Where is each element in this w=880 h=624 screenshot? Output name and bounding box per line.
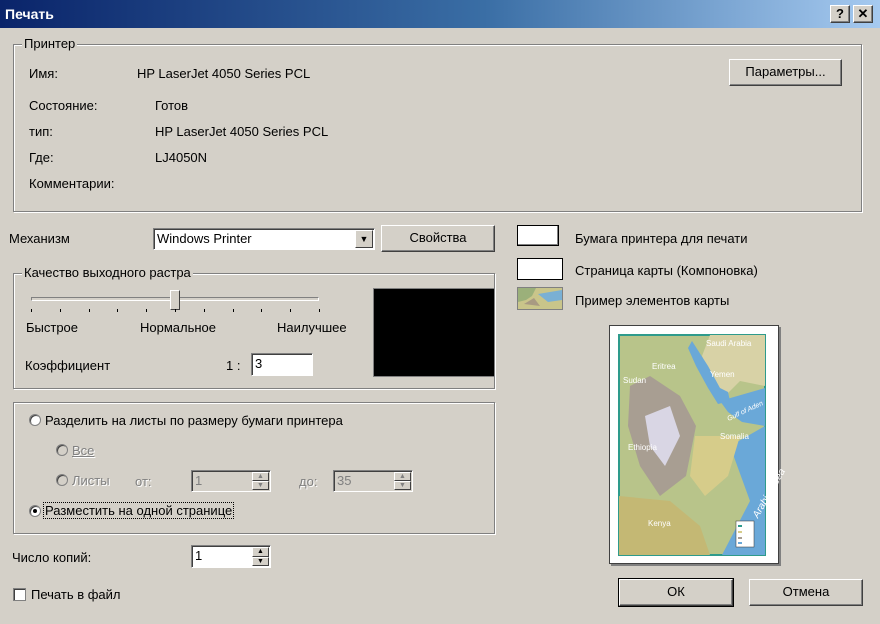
printer-comment-label: Комментарии: bbox=[29, 176, 115, 191]
raster-preview bbox=[373, 288, 495, 377]
help-button[interactable]: ? bbox=[830, 5, 850, 23]
page-swatch bbox=[517, 258, 563, 280]
printer-status-label: Состояние: bbox=[29, 98, 98, 113]
print-to-file-checkbox[interactable] bbox=[13, 588, 26, 601]
raster-group-title: Качество выходного растра bbox=[22, 265, 193, 280]
slider-tick bbox=[31, 309, 32, 312]
slider-tick bbox=[117, 309, 119, 312]
coef-input[interactable]: 3 bbox=[251, 353, 313, 376]
printer-type-value: HP LaserJet 4050 Series PCL bbox=[155, 124, 329, 139]
quality-slider-thumb[interactable] bbox=[170, 290, 180, 310]
spin-up-icon[interactable]: ▲ bbox=[252, 547, 269, 557]
slider-tick bbox=[232, 309, 234, 312]
from-label: от: bbox=[135, 474, 152, 489]
copies-value: 1 bbox=[195, 548, 203, 563]
page-legend-label: Страница карты (Компоновка) bbox=[575, 263, 758, 278]
copies-label: Число копий: bbox=[12, 550, 92, 565]
slider-left-label: Быстрое bbox=[26, 320, 79, 335]
fit-radio[interactable] bbox=[29, 505, 41, 517]
slider-tick bbox=[319, 309, 320, 312]
slider-tick bbox=[88, 309, 90, 312]
from-input[interactable]: 1 ▲ ▼ bbox=[191, 470, 271, 492]
map-label-ethiopia: Ethiopia bbox=[628, 443, 657, 452]
page-range-radio[interactable] bbox=[56, 474, 68, 486]
params-button[interactable]: Параметры... bbox=[729, 59, 842, 86]
map-label-somalia: Somalia bbox=[720, 432, 749, 441]
printer-status-value: Готов bbox=[155, 98, 189, 113]
slider-tick bbox=[290, 309, 292, 312]
slider-tick bbox=[59, 309, 61, 312]
coef-ratio-prefix: 1 : bbox=[226, 358, 241, 373]
page-range-label: Листы bbox=[72, 473, 110, 488]
paper-swatch bbox=[517, 225, 559, 246]
map-label-kenya: Kenya bbox=[648, 519, 671, 528]
map-label-saudi-arabia: Saudi Arabia bbox=[706, 339, 752, 348]
slider-tick bbox=[146, 309, 148, 312]
from-spinner[interactable]: ▲ ▼ bbox=[252, 472, 269, 490]
printer-where-value: LJ4050N bbox=[155, 150, 208, 165]
tile-label[interactable]: Разделить на листы по размеру бумаги при… bbox=[45, 413, 343, 428]
to-value: 35 bbox=[337, 473, 352, 488]
copies-input[interactable]: 1 ▲ ▼ bbox=[191, 545, 271, 568]
cancel-button[interactable]: Отмена bbox=[749, 579, 863, 606]
print-to-file-label[interactable]: Печать в файл bbox=[31, 587, 121, 602]
slider-tick bbox=[203, 309, 205, 312]
printer-type-label: тип: bbox=[29, 124, 53, 139]
properties-button[interactable]: Свойства bbox=[381, 225, 495, 252]
close-button[interactable]: ✕ bbox=[853, 5, 873, 23]
to-label: до: bbox=[299, 474, 318, 489]
engine-select[interactable]: Windows Printer ▼ bbox=[153, 228, 375, 250]
title-bar[interactable]: Печать ? ✕ bbox=[0, 0, 880, 28]
printer-name-value: HP LaserJet 4050 Series PCL bbox=[137, 66, 311, 81]
map-label-eritrea: Eritrea bbox=[652, 362, 676, 371]
slider-tick bbox=[175, 309, 176, 312]
to-spinner[interactable]: ▲ ▼ bbox=[394, 472, 411, 490]
elements-legend-label: Пример элементов карты bbox=[575, 293, 730, 308]
map-label-sudan: Sudan bbox=[623, 376, 647, 385]
all-pages-label: Все bbox=[72, 443, 95, 458]
fit-label[interactable]: Разместить на одной странице bbox=[42, 502, 235, 519]
printer-name-label: Имя: bbox=[29, 66, 58, 81]
engine-select-value: Windows Printer bbox=[157, 231, 252, 246]
map-elements-swatch bbox=[517, 287, 563, 310]
printer-where-label: Где: bbox=[29, 150, 54, 165]
slider-right-label: Наилучшее bbox=[277, 320, 347, 335]
coef-label: Коэффициент bbox=[25, 358, 111, 373]
to-input[interactable]: 35 ▲ ▼ bbox=[333, 470, 413, 492]
spin-down-icon[interactable]: ▼ bbox=[252, 481, 269, 490]
all-pages-radio[interactable] bbox=[56, 444, 68, 456]
paper-legend-label: Бумага принтера для печати bbox=[575, 231, 748, 246]
tile-radio[interactable] bbox=[29, 414, 41, 426]
map-label-yemen: Yemen bbox=[710, 370, 735, 379]
from-value: 1 bbox=[195, 473, 203, 488]
slider-mid-label: Нормальное bbox=[140, 320, 217, 335]
chevron-down-icon[interactable]: ▼ bbox=[355, 230, 373, 248]
window-title: Печать bbox=[5, 6, 54, 22]
spin-up-icon[interactable]: ▲ bbox=[394, 472, 411, 481]
spin-up-icon[interactable]: ▲ bbox=[252, 472, 269, 481]
ok-button[interactable]: ОК bbox=[618, 578, 734, 607]
spin-down-icon[interactable]: ▼ bbox=[252, 556, 269, 566]
copies-spinner[interactable]: ▲ ▼ bbox=[252, 547, 269, 566]
engine-label: Механизм bbox=[9, 231, 70, 246]
printer-group-title: Принтер bbox=[22, 36, 78, 51]
slider-tick bbox=[261, 309, 263, 312]
spin-down-icon[interactable]: ▼ bbox=[394, 481, 411, 490]
page-preview: Saudi Arabia Eritrea Yemen Sudan Gulf of… bbox=[609, 325, 788, 564]
